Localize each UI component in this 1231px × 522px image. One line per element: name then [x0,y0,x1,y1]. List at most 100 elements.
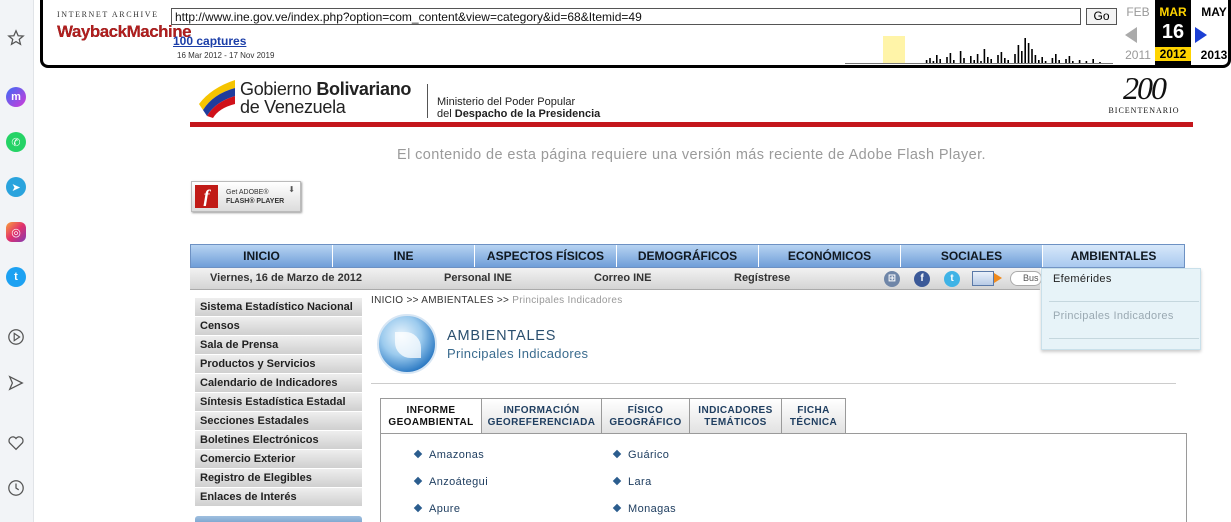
wayback-logo[interactable]: INTERNET ARCHIVE WaybackMachine [57,10,192,42]
wayback-captures-link[interactable]: 100 captures [173,34,246,48]
capture-bar [1004,58,1006,63]
mail-icon[interactable] [972,271,994,286]
instagram-icon[interactable]: ◎ [5,221,27,243]
twitter-icon[interactable]: t [5,266,27,288]
bicentenario-logo: 200 BICENTENARIO [1102,72,1186,120]
get-flash-player-button[interactable]: f Get ADOBE® FLASH® PLAYER ⬇ [191,181,301,212]
wayback-url-input[interactable]: http://www.ine.gov.ve/index.php?option=c… [171,8,1081,25]
nav-inicio[interactable]: INICIO [191,245,333,267]
sidebar-item-sala-de-prensa[interactable]: Sala de Prensa [195,336,362,355]
capture-bar [936,55,938,63]
sidebar-item-productos[interactable]: Productos y Servicios [195,355,362,374]
nav-ambientales[interactable]: AMBIENTALES [1043,245,1184,267]
telegram-icon[interactable]: ➤ [5,176,27,198]
sidebar-item-censos[interactable]: Censos [195,317,362,336]
nav-economicos[interactable]: ECONÓMICOS [759,245,901,267]
wayback-prev-arrow-icon[interactable] [1125,27,1137,43]
state-link-lara[interactable]: Lara [612,476,652,488]
wayback-prev-month[interactable]: FEB [1121,5,1155,19]
dropdown-divider [1049,301,1199,302]
nav-aspectos-fisicos[interactable]: ASPECTOS FÍSICOS [475,245,617,267]
play-icon[interactable] [5,326,27,348]
tab-label-line1: INDICADORES [698,405,773,416]
venezuela-flag-logo-icon[interactable] [197,74,237,118]
nav-sociales[interactable]: SOCIALES [901,245,1043,267]
state-label: Anzoátegui [429,476,489,488]
flash-badge-line2: FLASH® PLAYER [226,198,285,205]
sidebar-item-comercio[interactable]: Comercio Exterior [195,450,362,469]
breadcrumb-section[interactable]: AMBIENTALES [421,295,494,306]
sidebar-banner [195,516,362,522]
messenger-icon[interactable]: m [5,86,27,108]
whatsapp-icon[interactable]: ✆ [5,131,27,153]
wayback-next-arrow-icon[interactable] [1195,27,1207,43]
environment-globe-icon [377,314,437,374]
ministry-line1: Ministerio del Poder Popular [437,96,576,108]
registrese-link[interactable]: Regístrese [734,272,790,284]
tab-informe-geoambiental[interactable]: INFORME GEOAMBIENTAL [380,398,482,434]
sidebar-item-calendario[interactable]: Calendario de Indicadores [195,374,362,393]
sidebar-item-secciones[interactable]: Secciones Estadales [195,412,362,431]
capture-bar [997,55,999,63]
search-input[interactable]: Bus [1010,271,1042,286]
sitemap-icon[interactable]: ⊞ [884,271,900,287]
bullet-icon [413,476,423,486]
state-label: Monagas [628,503,677,515]
state-link-apure[interactable]: Apure [413,503,460,515]
breadcrumb-current: Principales Indicadores [512,295,623,306]
capture-bar [1044,61,1047,63]
capture-bar [1021,51,1023,63]
ministry-name: Ministerio del Poder Popular del Despach… [437,96,600,120]
bullet-icon [612,503,622,513]
capture-bar [976,54,979,63]
state-label: Amazonas [429,449,485,461]
site-header: Gobierno Bolivariano de Venezuela Minist… [190,70,1193,126]
state-link-anzoategui[interactable]: Anzoátegui [413,476,489,488]
capture-bar [1092,59,1094,63]
wayback-toolbar: INTERNET ARCHIVE WaybackMachine http://w… [40,0,1231,68]
bullet-icon [413,449,423,459]
dropdown-item-efemerides[interactable]: Efemérides [1053,273,1112,285]
star-icon[interactable] [5,27,27,49]
state-link-monagas[interactable]: Monagas [612,503,677,515]
bullet-icon [413,503,423,513]
tab-informacion-georeferenciada[interactable]: INFORMACIÓN GEOREFERENCIADA [482,398,602,434]
sidebar-item-sistema-estadistico[interactable]: Sistema Estadístico Nacional [195,298,362,317]
sidebar-item-boletines[interactable]: Boletines Electrónicos [195,431,362,450]
breadcrumb-separator: >> [493,295,513,306]
tab-fisico-geografico[interactable]: FÍSICO GEOGRÁFICO [602,398,690,434]
sidebar-item-enlaces[interactable]: Enlaces de Interés [195,488,362,507]
wayback-date-range: 16 Mar 2012 - 17 Nov 2019 [177,51,275,60]
tab-ficha-tecnica[interactable]: FICHA TÉCNICA [782,398,846,434]
wayback-go-button[interactable]: Go [1086,8,1117,25]
clock-icon[interactable] [5,477,27,499]
nav-demograficos[interactable]: DEMOGRÁFICOS [617,245,759,267]
nav-ine[interactable]: INE [333,245,475,267]
wayback-current-year: 2012 [1155,47,1191,61]
download-arrow-icon: ⬇ [288,185,295,194]
heart-icon[interactable] [5,432,27,454]
sidebar-item-sintesis[interactable]: Síntesis Estadística Estadal [195,393,362,412]
ministry-line2-bold: Despacho de la Presidencia [454,108,601,120]
wayback-prev-year[interactable]: 2011 [1121,48,1155,62]
personal-ine-link[interactable]: Personal INE [444,272,512,284]
dropdown-item-principales-indicadores[interactable]: Principales Indicadores [1053,310,1174,322]
state-link-amazonas[interactable]: Amazonas [413,449,485,461]
wayback-capture-sparkline[interactable] [845,32,1113,64]
government-name[interactable]: Gobierno Bolivariano de Venezuela [240,80,411,116]
send-icon[interactable] [5,372,27,394]
tab-indicadores-tematicos[interactable]: INDICADORES TEMÁTICOS [690,398,782,434]
state-link-guarico[interactable]: Guárico [612,449,669,461]
wayback-next-year[interactable]: 2013 [1197,48,1231,62]
wayback-next-month[interactable]: MAY [1197,5,1231,19]
breadcrumb-home[interactable]: INICIO [371,295,403,306]
state-label: Lara [628,476,652,488]
capture-bar [1055,54,1057,63]
correo-ine-link[interactable]: Correo INE [594,272,651,284]
facebook-icon[interactable]: f [914,271,930,287]
capture-bar [1085,61,1088,63]
sidebar-item-registro[interactable]: Registro de Elegibles [195,469,362,488]
twitter-icon[interactable]: t [944,271,960,287]
capture-bar [932,61,935,63]
capture-bar [1078,60,1081,63]
